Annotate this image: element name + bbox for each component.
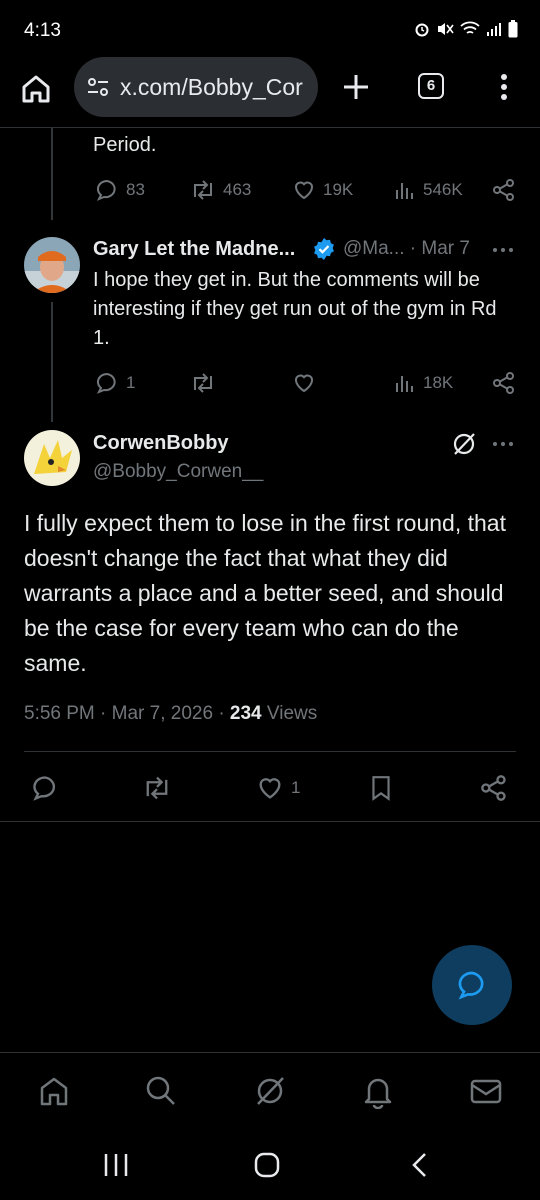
status-bar: 4:13 — [0, 0, 540, 60]
grok-icon[interactable] — [252, 1073, 288, 1109]
share-action[interactable] — [492, 178, 516, 202]
author-name[interactable]: CorwenBobby — [93, 432, 229, 455]
author-handle[interactable]: @Bobby_Corwen__ — [93, 461, 263, 483]
bookmark-icon — [372, 776, 390, 801]
tweet-text: I fully expect them to lose in the first… — [24, 510, 506, 676]
share-action[interactable] — [492, 371, 516, 395]
avatar[interactable] — [24, 430, 80, 486]
reply-count: 1 — [126, 373, 136, 392]
views-label: Views — [261, 703, 318, 724]
wifi-icon — [460, 21, 480, 34]
more-vert-icon[interactable] — [492, 69, 516, 105]
like-count: 19K — [323, 180, 354, 199]
like-action[interactable] — [292, 371, 316, 395]
views-count: 546K — [423, 180, 463, 199]
share-icon — [481, 775, 506, 801]
bottom-nav — [0, 1052, 540, 1133]
reply-handle-date: @Ma... · Mar 7 — [343, 238, 470, 259]
views-action[interactable]: 18K — [394, 371, 453, 395]
messages-icon[interactable] — [468, 1073, 504, 1109]
compose-reply-button[interactable] — [432, 945, 512, 1025]
address-bar[interactable]: x.com/Bobby_Cor — [74, 57, 318, 117]
new-tab-icon[interactable] — [340, 71, 372, 103]
like-button[interactable]: 1 — [256, 774, 300, 802]
views-action[interactable]: 546K — [394, 178, 463, 202]
reply-author-name[interactable]: Gary Let the Madne... — [93, 238, 295, 261]
thread-line — [51, 302, 53, 422]
status-time: 4:13 — [24, 20, 61, 41]
recents-icon[interactable] — [101, 1150, 131, 1180]
reply-action[interactable]: 1 — [95, 371, 135, 395]
search-icon[interactable] — [143, 1073, 179, 1109]
home-icon[interactable] — [36, 1073, 72, 1109]
avatar-image — [24, 237, 80, 293]
retweet-icon — [194, 373, 212, 393]
notifications-icon[interactable] — [360, 1073, 396, 1109]
bookmark-button[interactable] — [368, 774, 394, 802]
retweet-button[interactable] — [142, 774, 172, 802]
retweet-action[interactable] — [190, 371, 216, 395]
reply-count: 83 — [126, 180, 145, 199]
verified-badge-icon — [314, 238, 334, 260]
retweet-count: 463 — [223, 180, 252, 199]
system-icons — [414, 20, 518, 38]
reply-button[interactable] — [31, 774, 59, 802]
reply-icon — [96, 179, 116, 201]
divider — [24, 751, 516, 752]
share-icon — [493, 372, 514, 394]
home-button-icon[interactable] — [252, 1150, 282, 1180]
more-icon[interactable] — [492, 247, 514, 253]
heart-icon — [259, 778, 281, 799]
avatar-image — [24, 430, 80, 486]
retweet-icon — [194, 180, 212, 200]
mute-icon — [438, 23, 454, 35]
signal-icon — [487, 23, 501, 36]
share-icon — [493, 179, 514, 201]
retweet-action[interactable]: 463 — [190, 178, 251, 202]
alarm-icon — [415, 23, 429, 37]
tweet-timestamp[interactable]: 5:56 PM · Mar 7, 2026 · — [24, 703, 230, 724]
tab-switcher-button[interactable]: 6 — [418, 73, 444, 99]
views-icon — [396, 376, 413, 392]
share-button[interactable] — [480, 774, 508, 802]
heart-icon — [294, 374, 314, 393]
views-count: 18K — [423, 373, 454, 392]
prev-tweet-text: Period. — [93, 134, 157, 156]
like-action[interactable]: 19K — [292, 178, 353, 202]
reply-icon — [458, 971, 484, 1000]
grok-icon[interactable] — [451, 431, 477, 457]
reply-icon — [96, 372, 116, 394]
retweet-icon — [146, 776, 168, 800]
thread-line — [51, 128, 53, 220]
system-nav-bar — [0, 1132, 540, 1200]
views-number: 234 — [229, 703, 262, 724]
like-count: 1 — [291, 778, 301, 797]
home-icon[interactable] — [18, 71, 54, 107]
divider — [0, 821, 540, 822]
site-settings-icon[interactable] — [86, 75, 110, 99]
more-icon[interactable] — [492, 441, 514, 447]
back-icon[interactable] — [405, 1150, 435, 1180]
reply-icon — [33, 776, 56, 801]
avatar[interactable] — [24, 237, 80, 293]
url-text[interactable]: x.com/Bobby_Cor — [120, 74, 303, 101]
reply-action[interactable]: 83 — [95, 178, 145, 202]
tweet-meta: 5:56 PM · Mar 7, 2026 · 234 Views — [24, 703, 317, 725]
views-icon — [396, 183, 413, 199]
heart-icon — [294, 181, 314, 200]
browser-toolbar: x.com/Bobby_Cor 6 — [0, 55, 540, 128]
reply-text: I hope they get in. But the comments wil… — [93, 269, 497, 349]
battery-icon — [508, 20, 518, 38]
